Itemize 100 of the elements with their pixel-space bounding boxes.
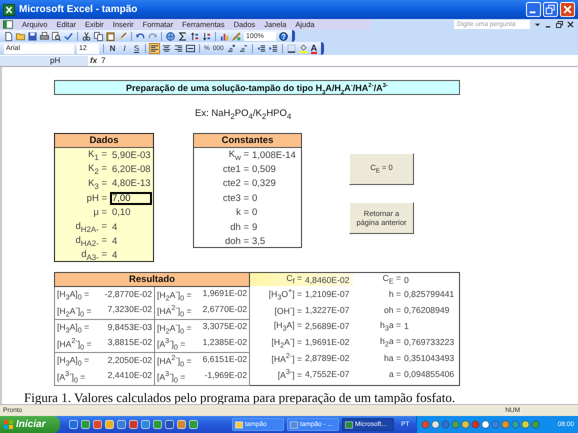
cell-label: [H$_{3}$A]$_{0}$ = (57, 288, 90, 302)
cell-label: cte1 = (222, 164, 250, 176)
cell-label: [H$_{2}$A$^{-}$]$_{0}$ = (57, 304, 92, 318)
cell-value[interactable]: 4 (110, 249, 152, 262)
cell-value: 2,8789E-02 (305, 353, 350, 363)
workbook-icon[interactable] (3, 20, 13, 29)
cell-value[interactable]: 0,10 (110, 206, 152, 220)
folder-icon (235, 420, 243, 428)
cell-label: [A$^{3-}$]$_{0}$ = (157, 370, 186, 384)
printer-icon[interactable] (40, 32, 49, 40)
align-icon[interactable] (186, 44, 195, 53)
cell-value: 9,8453E-03 (108, 322, 152, 332)
cell-value: 0,351043493 (404, 353, 454, 363)
cell-value: 7,3230E-02 (108, 304, 152, 314)
help-icon[interactable] (279, 32, 288, 40)
cell-value: 0,76208949 (404, 305, 450, 315)
brush-icon[interactable] (118, 32, 127, 40)
cell-label: K$_{w}$ = (228, 148, 250, 162)
copy-icon[interactable] (94, 32, 103, 40)
globe-icon[interactable] (166, 32, 175, 40)
cell-value: 3,8815E-02 (108, 336, 152, 347)
table-header: Resultado (54, 272, 250, 286)
borders-icon[interactable] (286, 44, 296, 53)
redo-icon[interactable] (148, 32, 157, 40)
scissors-icon[interactable] (82, 32, 91, 40)
print-preview-icon[interactable] (52, 32, 61, 40)
clipboard-icon[interactable] (106, 32, 115, 40)
figure-caption: Figura 1. Valores calculados pelo programa para preparação de um tampão fosfato. (24, 390, 456, 406)
text-style-button[interactable]: S (132, 44, 141, 53)
cell-label: [A$^{3-}$]$_{0}$ = (57, 370, 86, 384)
align-icon[interactable] (150, 44, 159, 53)
cell-label: [H$_{3}$A]$_{0}$ = (57, 322, 90, 334)
cell-value: 0,329 (252, 178, 276, 190)
restore-icon[interactable] (556, 21, 563, 28)
decrease-indent-icon[interactable] (256, 44, 266, 53)
cell-label: [HA$^{2-}$]$_{0}$ = (157, 304, 192, 318)
cell-value[interactable]: 4 (110, 235, 152, 248)
fill-color-icon[interactable] (298, 44, 308, 53)
cell-value: 4,7552E-07 (305, 369, 350, 379)
cell-label: h = (388, 289, 402, 299)
formula-field[interactable]: 7 (101, 56, 578, 65)
cell-value: -2,8770E-02 (104, 288, 152, 299)
cell-value[interactable]: 4 (110, 220, 152, 234)
cell-value: 0,825799441 (404, 289, 454, 299)
cell-value[interactable]: 6,20E-08 (110, 163, 152, 176)
sort-ascending-icon[interactable] (190, 32, 199, 40)
cell-label: d$_{H2A-}$ = (74, 220, 108, 234)
sum-icon[interactable] (178, 32, 187, 40)
cell-value: 1,2385E-02 (202, 336, 247, 347)
dropdown-caret-icon[interactable] (534, 21, 541, 28)
panel-header: Constantes (194, 134, 301, 148)
cell-label: C$_{E}$ = (382, 273, 402, 286)
example-text: Ex: NaH$_{2}$PO$_{4}$/K$_{2}$HPO$_{4}$ (195, 108, 292, 120)
cell-value: 1,2109E-07 (305, 289, 350, 299)
cell-value: 3,3075E-02 (202, 320, 247, 331)
spreadsheet-icon (3, 4, 15, 16)
align-icon[interactable] (162, 44, 171, 53)
sort-descending-icon[interactable] (202, 32, 211, 40)
cell-label: [H$_{3}$A] = (272, 320, 303, 332)
increase-decimal-icon[interactable] (226, 44, 236, 53)
panel-header: Dados (55, 134, 153, 148)
cell-label: [HA$^{2-}$]$_{0}$ = (57, 336, 92, 352)
text-style-button[interactable]: N (108, 44, 117, 53)
cell-label: [H$_{3}$O$^{+}$] = (268, 286, 303, 302)
bar-chart-icon[interactable] (220, 32, 229, 40)
increase-indent-icon[interactable] (268, 44, 278, 53)
name-box[interactable]: pH (0, 56, 88, 66)
cell-label: K$_{3}$ = (87, 178, 108, 190)
pencil-icon[interactable] (232, 32, 241, 40)
cell-value: 1,008E-14 (252, 150, 296, 161)
cell-value: 1,9691E-02 (305, 337, 350, 347)
close-icon[interactable] (567, 21, 574, 28)
decrease-decimal-icon[interactable] (238, 44, 248, 53)
cell-label: k = (235, 207, 250, 218)
cell-label: [H$_{3}$A]$_{0}$ = (57, 354, 90, 368)
cell-label: d$_{HA2-}$ = (74, 235, 108, 248)
undo-icon[interactable] (136, 32, 145, 40)
cell-label: d$_{A3-}$ = (80, 249, 108, 262)
cell-label: [H$_{2}$A$^{-}$]$_{0}$ = (157, 320, 192, 336)
cell-label: [H$_{2}$A$^{-}$]$_{0}$ = (157, 288, 192, 302)
cell-label: h$_{2}$a = (379, 336, 402, 348)
cell-label: [H$_{2}$A$^{-}$] = (270, 334, 303, 350)
checkmark-icon[interactable] (64, 32, 73, 40)
cell-value: 6,6151E-02 (202, 354, 247, 364)
cell-value[interactable]: 5,90E-03 (110, 148, 152, 162)
cell-value[interactable]: 4,80E-13 (110, 177, 152, 190)
cell-label: cte3 = (222, 192, 250, 204)
cell-label: [HA$^{2-}$] = (270, 352, 303, 364)
cell-value[interactable]: 7,00 (110, 192, 152, 205)
cell-value: 2,5689E-07 (305, 321, 350, 331)
cell-label: K$_{2}$ = (87, 163, 108, 176)
text-style-button[interactable]: I (120, 44, 129, 53)
align-icon[interactable] (174, 44, 183, 53)
cell-value: 1,3227E-07 (305, 305, 350, 315)
window-title: Microsoft Excel - tampão (19, 4, 138, 15)
cell-label: ha = (383, 353, 402, 363)
cell-value: 4,8460E-02 (305, 274, 350, 284)
function-label[interactable]: fx (90, 56, 98, 65)
cell-label: [A$^{3-}$] = (276, 368, 303, 380)
cell-value: 2,2050E-02 (108, 354, 152, 365)
